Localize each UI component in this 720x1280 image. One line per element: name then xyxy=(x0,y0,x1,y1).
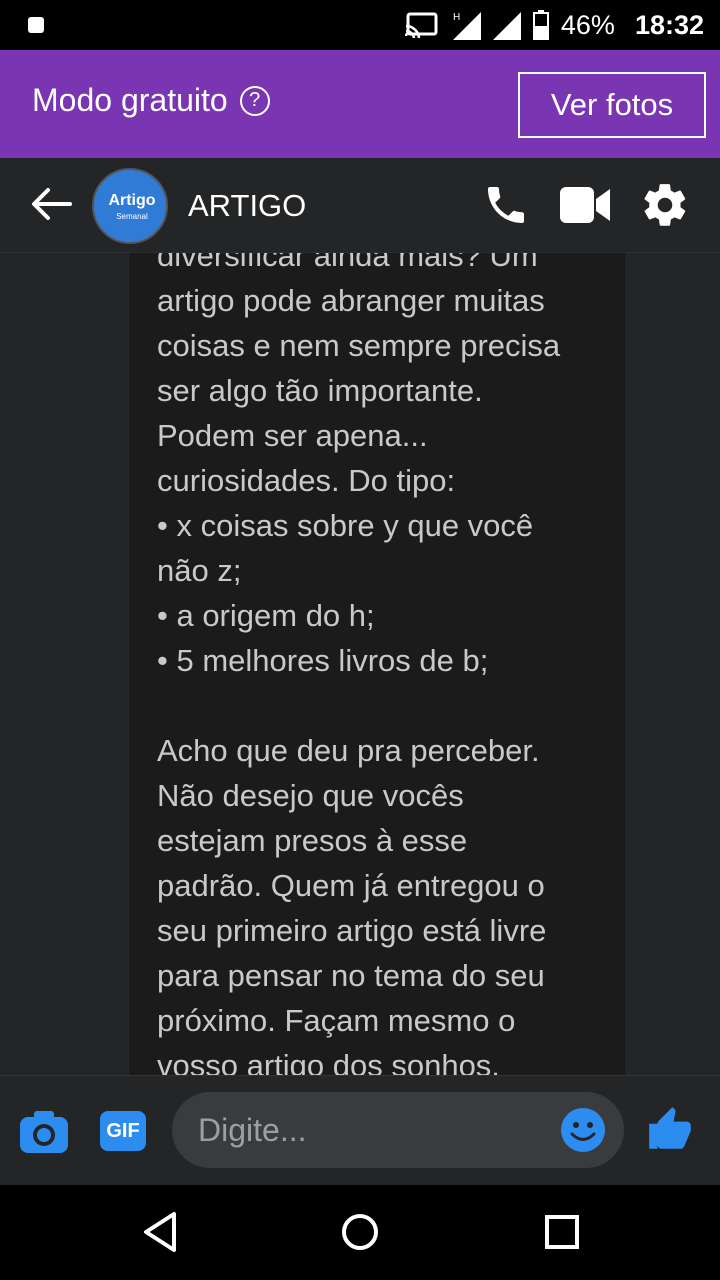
gear-icon[interactable] xyxy=(640,180,690,235)
signal-icon xyxy=(492,10,521,40)
avatar-subtext: Semanal xyxy=(116,212,148,221)
phone-icon[interactable] xyxy=(482,181,530,234)
header-actions xyxy=(482,180,690,235)
free-mode-banner: Modo gratuito ? Ver fotos xyxy=(0,50,720,158)
chat-header: Artigo Semanal ARTIGO xyxy=(0,158,720,253)
battery-icon xyxy=(532,10,549,40)
gif-icon[interactable]: GIF xyxy=(100,1111,146,1151)
home-circle-icon[interactable] xyxy=(340,1210,380,1259)
status-bar: H 46% 18:32 xyxy=(0,0,720,50)
free-mode-label-group: Modo gratuito ? xyxy=(32,82,270,119)
chat-area[interactable]: diversificar ainda mais? Um artigo pode … xyxy=(0,253,720,1075)
message-input[interactable]: Digite... xyxy=(172,1092,624,1168)
status-right: H 46% 18:32 xyxy=(404,0,704,50)
back-arrow-icon[interactable] xyxy=(30,186,72,227)
chat-title[interactable]: ARTIGO xyxy=(188,188,306,224)
notification-icon xyxy=(28,17,44,33)
system-nav-bar xyxy=(0,1185,720,1280)
battery-percent: 46% xyxy=(560,9,615,40)
view-photos-button[interactable]: Ver fotos xyxy=(518,72,706,138)
free-mode-label: Modo gratuito xyxy=(32,82,228,118)
avatar[interactable]: Artigo Semanal xyxy=(92,168,168,244)
clock: 18:32 xyxy=(634,9,704,40)
message-placeholder: Digite... xyxy=(198,1112,307,1148)
back-triangle-icon[interactable] xyxy=(140,1210,180,1259)
cast-icon xyxy=(404,12,439,38)
signal-h-icon: H xyxy=(451,10,481,40)
camera-icon[interactable] xyxy=(18,1109,70,1160)
message-text: diversificar ainda mais? Um artigo pode … xyxy=(157,253,561,1075)
help-icon[interactable]: ? xyxy=(239,85,270,116)
recents-square-icon[interactable] xyxy=(542,1210,582,1259)
avatar-text: Artigo xyxy=(108,192,156,209)
composer: GIF Digite... xyxy=(0,1075,720,1186)
video-icon[interactable] xyxy=(558,183,612,232)
emoji-icon[interactable] xyxy=(560,1107,606,1158)
thumbs-up-icon[interactable] xyxy=(645,1104,695,1161)
svg-text:H: H xyxy=(453,12,460,23)
